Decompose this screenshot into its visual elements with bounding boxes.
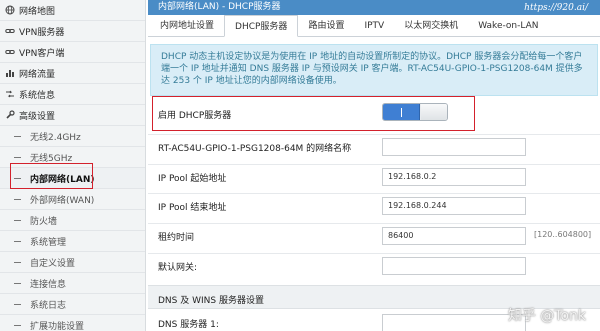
toggle-on-glyph: I xyxy=(400,107,402,117)
toggle-on-segment: I xyxy=(383,104,420,120)
dash-icon xyxy=(14,156,21,158)
sidebar-subitem-lan[interactable]: 内部网络(LAN) xyxy=(0,168,145,189)
sidebar-subitem-label: 防火墙 xyxy=(30,216,58,227)
sidebar-item-vpn-server[interactable]: VPN服务器 xyxy=(0,21,145,42)
tab-ethernet-switch[interactable]: 以太网交换机 xyxy=(394,15,468,37)
sidebar: 网络地图 VPN服务器 VPN客户端 网络流量 系统信息 高级设置 无线2.4G… xyxy=(0,0,146,331)
enable-dhcp-label: 启用 DHCP服务器 xyxy=(158,111,232,121)
row-domain-name: RT-AC54U-GPIO-1-PSG1208-64M 的网络名称 xyxy=(148,134,600,157)
globe-icon xyxy=(5,5,15,15)
sidebar-subitem-firewall[interactable]: 防火墙 xyxy=(0,210,145,231)
link-icon xyxy=(5,47,15,57)
row-ip-end: IP Pool 结束地址 192.168.0.244 xyxy=(148,193,600,216)
lease-time-hint: [120..604800] xyxy=(534,230,592,239)
dash-icon xyxy=(14,303,21,305)
sidebar-subitem-label: 连接信息 xyxy=(30,279,67,290)
ip-end-input[interactable]: 192.168.0.244 xyxy=(382,197,526,215)
tab-routing[interactable]: 路由设置 xyxy=(298,15,354,37)
link-icon xyxy=(5,26,15,36)
sidebar-item-traffic[interactable]: 网络流量 xyxy=(0,63,145,84)
domain-name-input[interactable] xyxy=(382,138,526,156)
sidebar-subitem-extensions[interactable]: 扩展功能设置 xyxy=(0,315,145,331)
dns-section-title: DNS 及 WINS 服务器设置 xyxy=(158,296,264,306)
dash-icon xyxy=(14,261,21,263)
dash-icon xyxy=(14,135,21,137)
sidebar-subitem-wireless-5[interactable]: 无线5GHz xyxy=(0,147,145,168)
dash-icon xyxy=(14,219,21,221)
domain-name-label: RT-AC54U-GPIO-1-PSG1208-64M 的网络名称 xyxy=(158,144,352,154)
tab-wake-on-lan[interactable]: Wake-on-LAN xyxy=(468,15,548,37)
watermark-url: https://920.ai/ xyxy=(524,3,588,13)
sidebar-subitem-label: 系统日志 xyxy=(30,300,67,311)
dash-icon xyxy=(14,282,21,284)
dash-icon xyxy=(14,177,21,179)
shuffle-icon xyxy=(5,89,15,99)
default-gateway-input[interactable] xyxy=(382,257,526,275)
sidebar-item-label: 高级设置 xyxy=(19,111,56,122)
info-box: DHCP 动态主机设定协议是为使用在 IP 地址的自动设置所制定的协议。DHCP… xyxy=(150,44,598,96)
tab-bar: 内网地址设置 DHCP服务器 路由设置 IPTV 以太网交换机 Wake-on-… xyxy=(148,15,600,37)
chart-icon xyxy=(5,68,15,78)
sidebar-subitem-syslog[interactable]: 系统日志 xyxy=(0,294,145,315)
dash-icon xyxy=(14,240,21,242)
tab-dhcp-server[interactable]: DHCP服务器 xyxy=(224,15,299,37)
toggle-off-segment xyxy=(421,104,447,120)
sidebar-subitem-wireless-24[interactable]: 无线2.4GHz xyxy=(0,126,145,147)
sidebar-subitem-label: 无线2.4GHz xyxy=(30,132,81,143)
sidebar-subitem-label: 外部网络(WAN) xyxy=(30,195,95,206)
row-lease-time: 租约时间 86400 [120..604800] xyxy=(148,223,600,246)
sidebar-item-label: VPN客户端 xyxy=(19,48,65,59)
default-gateway-label: 默认网关: xyxy=(158,263,198,273)
dash-icon xyxy=(14,198,21,200)
sidebar-item-network-map[interactable]: 网络地图 xyxy=(0,0,145,21)
enable-dhcp-toggle[interactable]: I xyxy=(382,103,448,121)
lease-time-input[interactable]: 86400 xyxy=(382,227,526,245)
row-enable-dhcp: 启用 DHCP服务器 I xyxy=(148,97,600,127)
dns1-input[interactable] xyxy=(382,314,526,331)
row-default-gateway: 默认网关: xyxy=(148,253,600,276)
panel-title-bar: 内部网络(LAN) - DHCP服务器 https://920.ai/ xyxy=(148,0,600,15)
sidebar-item-label: 系统信息 xyxy=(19,90,56,101)
lease-time-label: 租约时间 xyxy=(158,233,195,243)
page-title: 内部网络(LAN) - DHCP服务器 xyxy=(158,2,281,12)
zhihu-watermark: 知乎 @Tonk xyxy=(507,308,586,324)
wrench-icon xyxy=(5,110,15,120)
sidebar-item-vpn-client[interactable]: VPN客户端 xyxy=(0,42,145,63)
sidebar-subitem-wan[interactable]: 外部网络(WAN) xyxy=(0,189,145,210)
tab-lan-address[interactable]: 内网地址设置 xyxy=(150,15,224,37)
sidebar-subitem-label: 无线5GHz xyxy=(30,153,73,164)
sidebar-item-label: 网络地图 xyxy=(19,6,56,17)
sidebar-subitem-label: 自定义设置 xyxy=(30,258,76,269)
ip-start-label: IP Pool 起始地址 xyxy=(158,174,227,184)
dns1-label: DNS 服务器 1: xyxy=(158,320,219,330)
sidebar-item-advanced[interactable]: 高级设置 xyxy=(0,105,145,126)
ip-end-label: IP Pool 结束地址 xyxy=(158,203,227,213)
sidebar-subitem-label: 系统管理 xyxy=(30,237,67,248)
sidebar-item-system-info[interactable]: 系统信息 xyxy=(0,84,145,105)
sidebar-subitem-custom[interactable]: 自定义设置 xyxy=(0,252,145,273)
sidebar-subitem-connections[interactable]: 连接信息 xyxy=(0,273,145,294)
dash-icon xyxy=(14,324,21,326)
sidebar-item-label: 网络流量 xyxy=(19,69,56,80)
sidebar-item-label: VPN服务器 xyxy=(19,27,65,38)
row-ip-start: IP Pool 起始地址 192.168.0.2 xyxy=(148,164,600,187)
tab-iptv[interactable]: IPTV xyxy=(354,15,394,37)
sidebar-subitem-label: 扩展功能设置 xyxy=(30,321,85,331)
main-panel: 内部网络(LAN) - DHCP服务器 https://920.ai/ 内网地址… xyxy=(148,0,600,331)
ip-start-input[interactable]: 192.168.0.2 xyxy=(382,168,526,186)
sidebar-subitem-label: 内部网络(LAN) xyxy=(30,174,95,185)
sidebar-subitem-admin[interactable]: 系统管理 xyxy=(0,231,145,252)
